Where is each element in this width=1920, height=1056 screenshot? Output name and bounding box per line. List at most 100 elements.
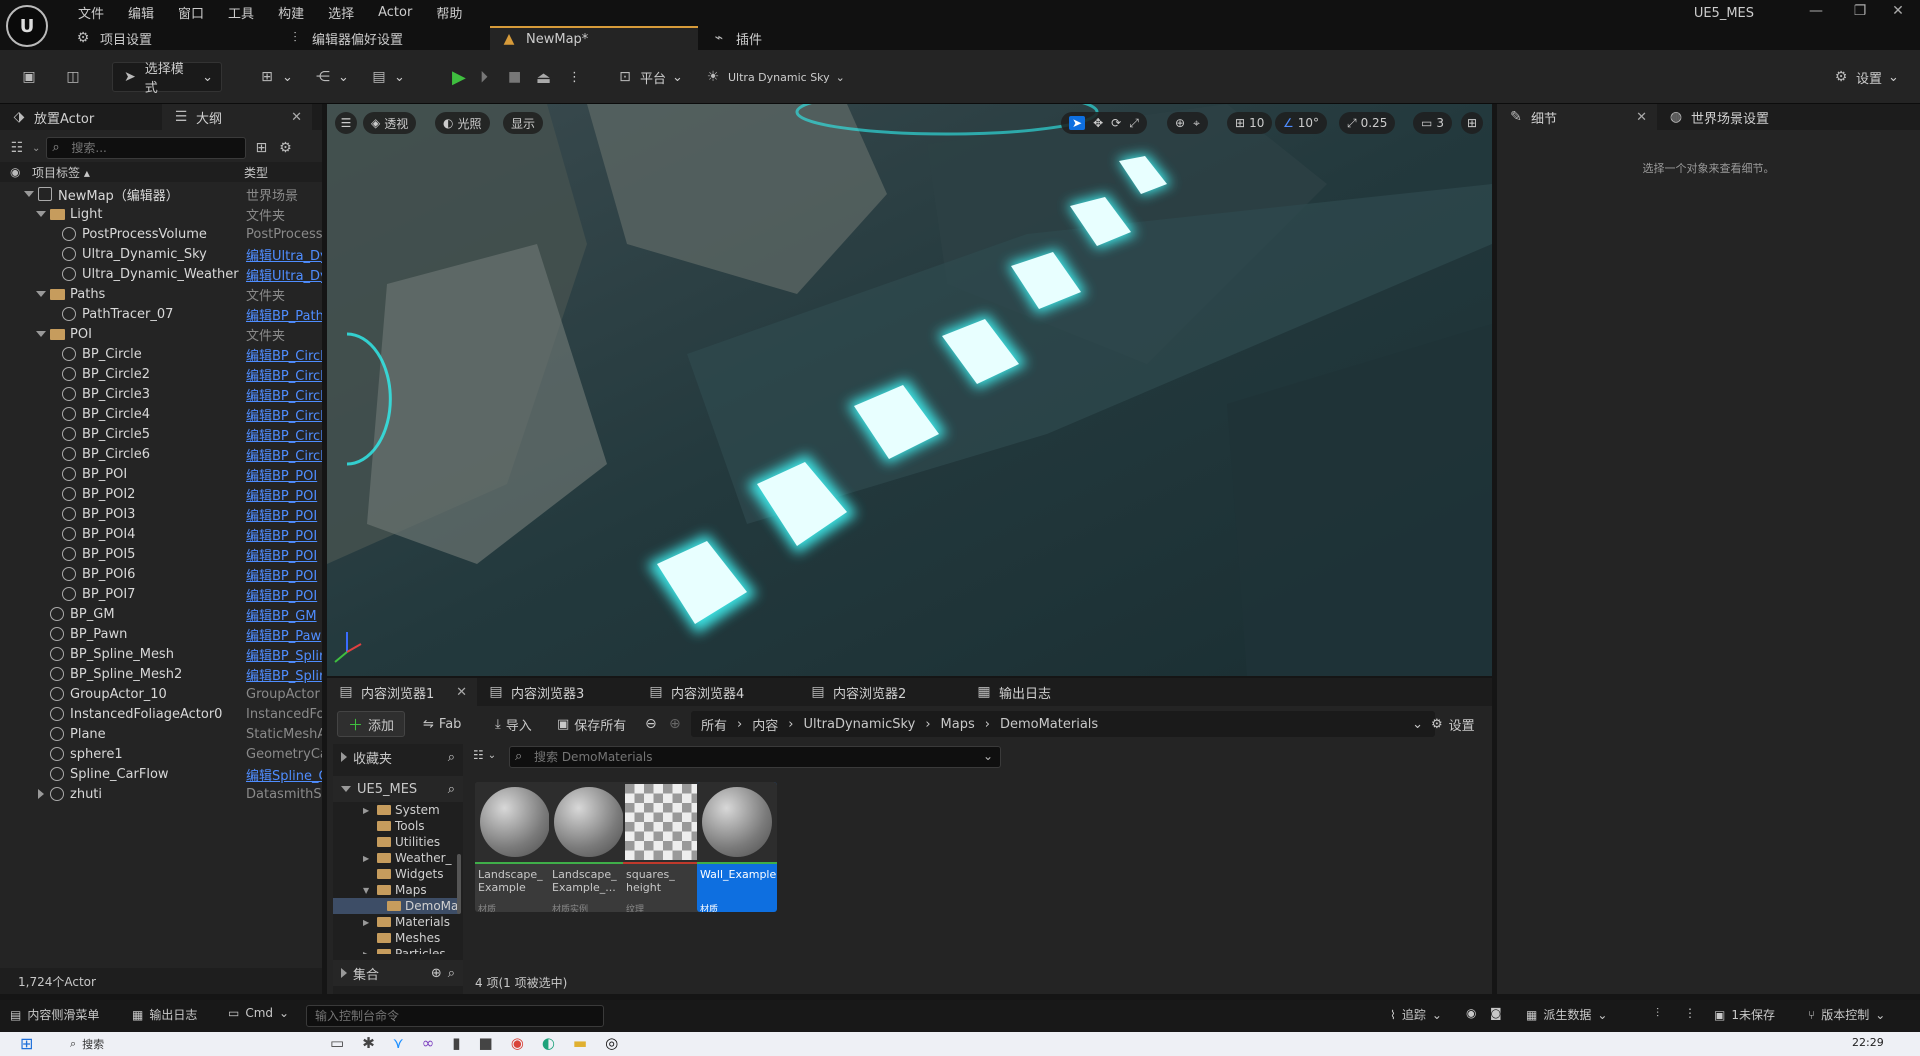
record-icon[interactable]: ◉: [1466, 1006, 1476, 1020]
asset-tile[interactable]: squares_ height 纹理: [623, 782, 703, 912]
breadcrumb-item[interactable]: 所有: [701, 715, 727, 734]
chevron-down-icon[interactable]: ⌄: [32, 143, 40, 154]
outliner-row[interactable]: Paths 文件夹: [0, 284, 322, 304]
favorites-section[interactable]: 收藏夹 ⌕: [333, 744, 463, 770]
asset-filter[interactable]: ☷ ⌄: [473, 748, 496, 762]
unreal-taskbar-icon[interactable]: ◎: [605, 1034, 618, 1052]
select-tool-icon[interactable]: ➤: [1069, 116, 1086, 130]
edit-blueprint-link[interactable]: 编辑BP_POI: [246, 525, 322, 544]
tab-newmap[interactable]: ▲ NewMap*: [490, 26, 698, 50]
folder-tree-item[interactable]: ▶ Weather_: [333, 850, 459, 866]
terminal-icon[interactable]: ▮: [452, 1034, 460, 1052]
column-label[interactable]: 项目标签 ▴: [32, 164, 90, 181]
eject-button[interactable]: ⏏: [528, 62, 559, 92]
screenshot-icon[interactable]: ◙: [1490, 1006, 1502, 1020]
chevron-down-icon[interactable]: [36, 331, 46, 337]
scale-snap-button[interactable]: ⤢ 0.25: [1339, 112, 1396, 134]
close-icon[interactable]: ✕: [456, 685, 467, 700]
outliner-row[interactable]: BP_POI5 编辑BP_POI: [0, 544, 322, 564]
add-folder-icon[interactable]: ⊞: [252, 139, 270, 157]
move-tool-icon[interactable]: ✥: [1093, 116, 1103, 130]
folder-tree-item[interactable]: Meshes: [333, 930, 459, 946]
tab-content-browser-1[interactable]: ▤ 内容浏览器1 ✕: [327, 678, 477, 706]
platforms-dropdown[interactable]: ⊡ 平台 ⌄: [608, 62, 691, 92]
tab-editor-preferences[interactable]: ⫶ 编辑器偏好设置: [276, 26, 486, 50]
folder-tree-item[interactable]: Widgets: [333, 866, 459, 882]
chevron-down-icon[interactable]: ⌄: [983, 749, 993, 763]
chevron-down-icon[interactable]: ▼: [363, 886, 373, 895]
play-button[interactable]: ▶: [444, 62, 474, 92]
windows-start-icon[interactable]: ⊞: [20, 1034, 33, 1053]
outliner-row[interactable]: BP_POI 编辑BP_POI: [0, 464, 322, 484]
chevron-down-icon[interactable]: [36, 291, 46, 297]
jetbrains-icon[interactable]: ■: [479, 1034, 493, 1052]
outliner-row[interactable]: BP_POI4 编辑BP_POI: [0, 524, 322, 544]
vscode-icon[interactable]: ⋎: [393, 1034, 404, 1052]
content-settings-button[interactable]: ⚙ 设置: [1431, 715, 1475, 734]
layout-button[interactable]: ⊞: [1461, 112, 1483, 134]
blueprint-button[interactable]: ⋲ ⌄: [306, 62, 357, 92]
edit-blueprint-link[interactable]: 编辑Ultra_Dy: [246, 265, 322, 284]
camera-speed-button[interactable]: ▭ 3: [1413, 112, 1452, 134]
unsaved-button[interactable]: ▣ 1未保存: [1714, 1006, 1775, 1023]
edit-blueprint-link[interactable]: 编辑BP_Circl: [246, 345, 322, 364]
folder-tree-item[interactable]: ▼ Maps: [333, 882, 459, 898]
grid-snap-button[interactable]: ⊞ 10: [1227, 112, 1273, 134]
chevron-down-icon[interactable]: [24, 191, 34, 197]
outliner-row[interactable]: BP_Circle5 编辑BP_Circl: [0, 424, 322, 444]
import-button[interactable]: ⤓ 导入: [495, 715, 532, 734]
tab-project-settings[interactable]: ⚙ 项目设置: [64, 26, 274, 50]
folder-tree-item[interactable]: ▶ Particles: [333, 946, 459, 954]
globe-icon[interactable]: ⊕: [1175, 116, 1185, 130]
edge-icon[interactable]: ◐: [542, 1034, 555, 1052]
file-explorer-icon[interactable]: ▭: [330, 1034, 344, 1052]
tab-output-log[interactable]: ▦ 输出日志: [965, 678, 1125, 706]
settings-dropdown[interactable]: ⚙ 设置 ⌄: [1824, 62, 1907, 92]
edit-blueprint-link[interactable]: 编辑BP_Splir: [246, 665, 322, 684]
edit-blueprint-link[interactable]: 编辑BP_POI: [246, 565, 322, 584]
edit-blueprint-link[interactable]: 编辑Spline_C: [246, 765, 322, 784]
fab-button[interactable]: ⇋ Fab: [423, 717, 461, 732]
outliner-search-input[interactable]: [46, 137, 247, 159]
edit-blueprint-link[interactable]: 编辑BP_POI: [246, 485, 322, 504]
edit-blueprint-link[interactable]: 编辑BP_Splir: [246, 645, 322, 664]
filter-icon[interactable]: ☷: [8, 139, 26, 157]
tab-world-settings[interactable]: ◍ 世界场景设置: [1657, 104, 1827, 130]
visual-studio-icon[interactable]: ∞: [422, 1034, 435, 1052]
outliner-row[interactable]: PathTracer_07 编辑BP_Path: [0, 304, 322, 324]
asset-tile[interactable]: Wall_Example 材质: [697, 782, 777, 912]
save-all-button[interactable]: ▣ 保存所有: [557, 715, 626, 734]
source-control-dropdown[interactable]: ⑂ 版本控制 ⌄: [1808, 1006, 1885, 1023]
edit-blueprint-link[interactable]: 编辑Ultra_Dy: [246, 245, 322, 264]
folder-tree-item[interactable]: Utilities: [333, 834, 459, 850]
chevron-right-icon[interactable]: [38, 789, 44, 799]
outliner-row[interactable]: NewMap（编辑器） 世界场景: [0, 184, 322, 204]
tree-scrollbar[interactable]: [457, 854, 461, 914]
outliner-row[interactable]: BP_Circle4 编辑BP_Circl: [0, 404, 322, 424]
outliner-row[interactable]: Ultra_Dynamic_Sky 编辑Ultra_Dy: [0, 244, 322, 264]
outliner-row[interactable]: BP_POI6 编辑BP_POI: [0, 564, 322, 584]
edit-blueprint-link[interactable]: 编辑BP_Path: [246, 305, 322, 324]
asset-search-input[interactable]: [509, 746, 1001, 768]
folder-tree-item[interactable]: DemoMa: [333, 898, 459, 914]
gear-icon[interactable]: ⚙: [276, 139, 294, 157]
visibility-icon[interactable]: ◉: [10, 165, 20, 179]
stop-button[interactable]: ■: [500, 62, 529, 92]
outliner-row[interactable]: BP_GM 编辑BP_GM: [0, 604, 322, 624]
cmd-dropdown[interactable]: ▭ Cmd ⌄: [228, 1006, 289, 1020]
menu-edit[interactable]: 编辑: [116, 3, 166, 22]
edit-blueprint-link[interactable]: 编辑BP_Paw: [246, 625, 322, 644]
outliner-row[interactable]: POI 文件夹: [0, 324, 322, 344]
unreal-logo-icon[interactable]: U: [6, 5, 48, 47]
outliner-row[interactable]: BP_Circle 编辑BP_Circl: [0, 344, 322, 364]
scale-tool-icon[interactable]: ⤢: [1129, 116, 1139, 131]
chevron-down-icon[interactable]: [36, 211, 46, 217]
collections-section[interactable]: 集合 ⊕ ⌕: [333, 960, 463, 986]
tab-content-browser-3[interactable]: ▤ 内容浏览器3: [477, 678, 637, 706]
edit-blueprint-link[interactable]: 编辑BP_Circl: [246, 385, 322, 404]
folder-tree-item[interactable]: Tools: [333, 818, 459, 834]
menu-actor[interactable]: Actor: [366, 5, 424, 20]
bug-icon[interactable]: ✱: [362, 1034, 375, 1052]
tab-outliner[interactable]: ☰ 大纲 ✕: [162, 104, 312, 130]
outliner-row[interactable]: BP_Spline_Mesh2 编辑BP_Splir: [0, 664, 322, 684]
